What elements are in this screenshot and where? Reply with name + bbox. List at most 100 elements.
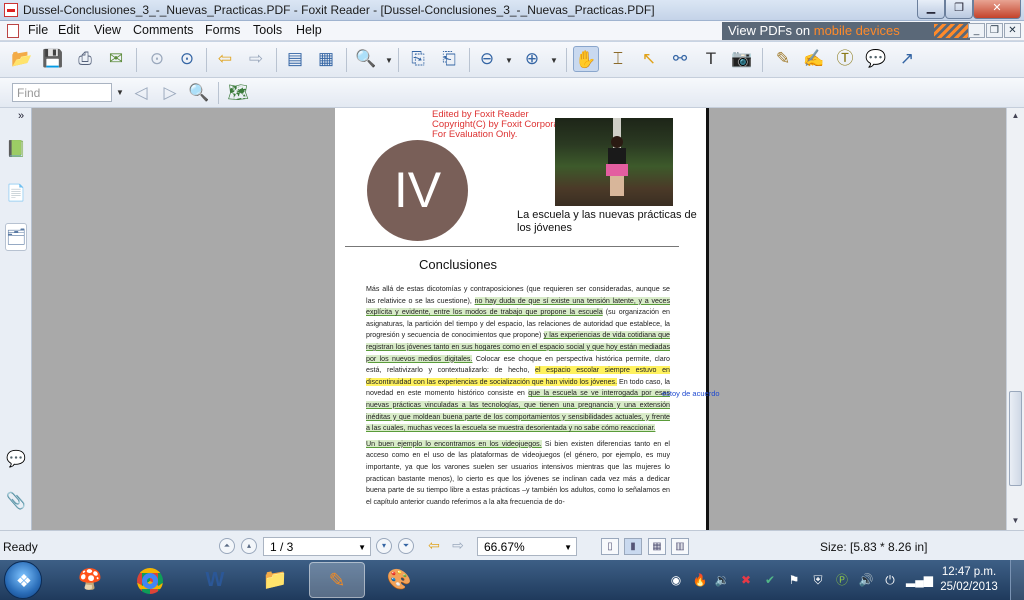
section-title: Conclusiones — [419, 257, 498, 272]
next-page-status-icon[interactable]: ▾ — [376, 538, 392, 554]
zoom-tool-icon[interactable]: 🔍 — [353, 46, 379, 72]
start-button[interactable] — [4, 561, 43, 600]
menu-edit[interactable]: Edit — [58, 23, 80, 37]
next-page-icon[interactable]: ⊙ — [174, 46, 200, 72]
zoom-dropdown-arrow-icon[interactable]: ▼ — [385, 57, 393, 65]
note-icon[interactable]: ✍ — [801, 46, 827, 72]
mobile-promo-banner[interactable]: View PDFs on mobile devices — [722, 22, 970, 40]
mdi-minimize-button[interactable]: _ — [968, 23, 985, 38]
continuous-facing-layout-icon[interactable]: ▥ — [671, 538, 689, 555]
tray-p-icon[interactable]: Ⓟ — [834, 572, 850, 588]
tray-network-app-icon[interactable]: ◉ — [668, 572, 684, 588]
facing-layout-icon[interactable]: ▦ — [648, 538, 666, 555]
mdi-close-button[interactable]: ✕ — [1004, 23, 1021, 38]
bookmarks-icon[interactable]: 📗 — [5, 136, 27, 164]
status-bar: Ready ⏶ ▴ 1 / 3 ▼ ▾ ⏷ ⇦ ⇨ 66.67% ▼ ▯ ▮ ▦ ▥… — [0, 530, 1024, 560]
foxit-reader-taskbar-icon[interactable]: ✎ — [309, 562, 365, 598]
tray-shield-icon[interactable]: ⛨ — [810, 572, 826, 588]
highlight-green-4[interactable]: Un buen ejemplo lo encontramos en los vi… — [366, 439, 542, 448]
expand-panel-icon[interactable]: » — [18, 110, 24, 122]
find-options-dropdown-icon[interactable]: ▼ — [116, 89, 124, 97]
zoom-in-icon[interactable]: ⊕ — [519, 46, 545, 72]
insert-pages-icon[interactable]: ▦ — [313, 46, 339, 72]
margin-annotation[interactable]: estoy de acuerdo — [662, 389, 720, 398]
hand-tool-icon[interactable]: ✋ — [573, 46, 599, 72]
status-back-icon[interactable]: ⇦ — [424, 533, 444, 557]
pencil-tool-icon[interactable]: ✎ — [770, 46, 796, 72]
tray-volume-icon[interactable]: 🔊 — [858, 572, 874, 588]
show-desktop-button[interactable] — [1010, 560, 1024, 600]
last-page-icon[interactable]: ⏷ — [398, 538, 414, 554]
page-number-select[interactable]: 1 / 3 ▼ — [263, 537, 371, 556]
layers-icon[interactable]: 🗂 — [5, 223, 27, 251]
find-input[interactable] — [12, 83, 112, 102]
find-previous-icon[interactable]: ◁ — [128, 80, 154, 106]
email-icon[interactable]: ✉ — [103, 46, 129, 72]
prev-page-status-icon[interactable]: ▴ — [241, 538, 257, 554]
minimize-button[interactable]: ▁ — [917, 0, 945, 19]
system-clock[interactable]: 12:47 p.m. 25/02/2013 — [936, 565, 1002, 595]
tray-signal-icon[interactable]: ▂▄▆ — [906, 572, 933, 588]
menu-view[interactable]: View — [94, 23, 121, 37]
tray-fire-icon[interactable]: 🔥 — [692, 572, 708, 588]
single-page-layout-icon[interactable]: ▯ — [601, 538, 619, 555]
select-arrow-icon[interactable]: ↖ — [636, 46, 662, 72]
select-text-icon[interactable]: ⌶ — [605, 46, 631, 72]
document-viewport[interactable]: Edited by Foxit Reader Copyright(C) by F… — [32, 108, 1006, 530]
typewriter-icon[interactable]: T — [698, 46, 724, 72]
menu-help[interactable]: Help — [296, 23, 322, 37]
zoom-out-dropdown-icon[interactable]: ▼ — [505, 57, 513, 65]
tray-power-icon[interactable]: ⏻ — [882, 572, 898, 588]
search-icon[interactable]: 🔍 — [186, 80, 212, 106]
scroll-thumb[interactable] — [1009, 391, 1022, 486]
menu-file[interactable]: File — [28, 23, 48, 37]
forward-arrow-icon[interactable]: ⇨ — [243, 46, 269, 72]
back-arrow-icon[interactable]: ⇦ — [212, 46, 238, 72]
status-forward-icon[interactable]: ⇨ — [448, 533, 468, 557]
tray-flag-icon[interactable]: ⚑ — [786, 572, 802, 588]
open-folder-icon[interactable]: 📂 — [9, 46, 35, 72]
menu-comments[interactable]: Comments — [133, 23, 193, 37]
zoom-level-select[interactable]: 66.67% ▼ — [477, 537, 577, 556]
continuous-layout-icon[interactable]: ▮ — [624, 538, 642, 555]
vertical-scrollbar[interactable]: ▲ ▼ — [1006, 108, 1024, 530]
snapshot-binoculars-icon[interactable]: ⚯ — [667, 46, 693, 72]
close-button[interactable]: ✕ — [973, 0, 1021, 19]
zoom-out-icon[interactable]: ⊖ — [474, 46, 500, 72]
fit-page-icon[interactable]: ⎘ — [405, 46, 431, 72]
mario-game-taskbar-icon[interactable]: 🍄 — [62, 562, 118, 598]
tray-speaker-icon[interactable]: 🔉 — [714, 572, 730, 588]
menu-forms[interactable]: Forms — [205, 23, 240, 37]
print-icon[interactable]: ⎙ — [72, 46, 98, 72]
mdi-restore-button[interactable]: ❐ — [986, 23, 1003, 38]
scroll-down-icon[interactable]: ▼ — [1007, 513, 1024, 529]
map-view-icon[interactable]: 🗺 — [225, 80, 251, 106]
textbox-icon[interactable]: Ⓣ — [832, 46, 858, 72]
pages-icon[interactable]: 📄 — [5, 180, 27, 208]
chapter-number-badge: IV — [367, 140, 468, 241]
camera-icon[interactable]: 📷 — [729, 46, 755, 72]
maximize-button[interactable]: ❐ — [945, 0, 973, 19]
tray-error-icon[interactable]: ✖ — [738, 572, 754, 588]
comment-bubble-icon[interactable]: 💬 — [863, 46, 889, 72]
extract-pages-icon[interactable]: ▤ — [282, 46, 308, 72]
save-icon[interactable]: 💾 — [40, 46, 66, 72]
find-next-icon[interactable]: ▷ — [157, 80, 183, 106]
comments-panel-icon[interactable]: 💬 — [5, 446, 27, 474]
menu-tools[interactable]: Tools — [253, 23, 282, 37]
tray-check-icon[interactable]: ✔ — [762, 572, 778, 588]
pdf-page[interactable]: Edited by Foxit Reader Copyright(C) by F… — [335, 108, 709, 530]
first-page-icon[interactable]: ⏶ — [219, 538, 235, 554]
arrow-tool-icon[interactable]: ↗ — [894, 46, 920, 72]
fit-width-icon[interactable]: ⎗ — [436, 46, 462, 72]
zoom-in-dropdown-icon[interactable]: ▼ — [550, 57, 558, 65]
foxit-app-icon[interactable] — [4, 3, 18, 17]
previous-page-icon[interactable]: ⊙ — [144, 46, 170, 72]
document-icon[interactable] — [7, 24, 19, 38]
chrome-taskbar-icon[interactable] — [122, 562, 178, 598]
word-taskbar-icon[interactable]: W — [187, 562, 243, 598]
scroll-up-icon[interactable]: ▲ — [1007, 108, 1024, 124]
attachments-icon[interactable]: 📎 — [5, 488, 27, 516]
explorer-taskbar-icon[interactable]: 📁 — [247, 562, 303, 598]
paint-taskbar-icon[interactable]: 🎨 — [371, 562, 427, 598]
